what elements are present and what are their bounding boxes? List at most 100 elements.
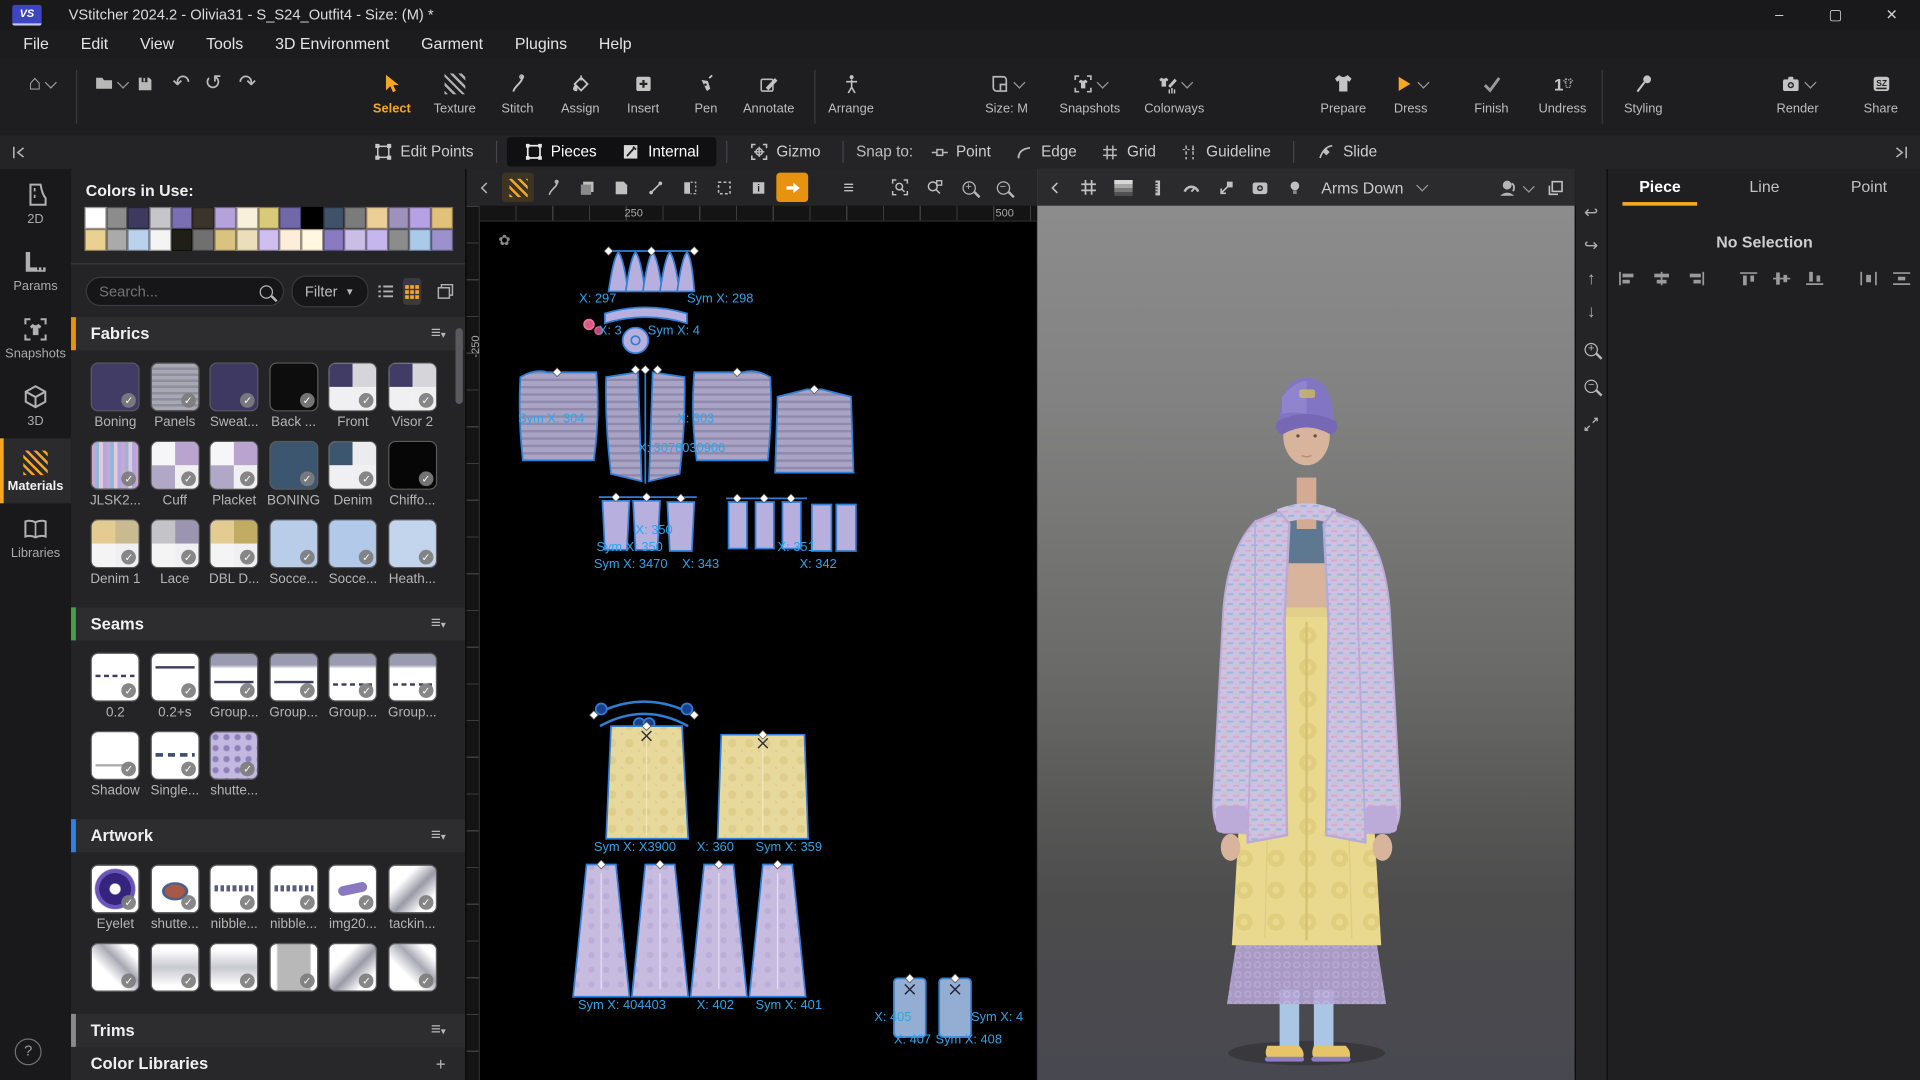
move-down-icon[interactable]: ↓: [1587, 302, 1596, 319]
pieces-toggle[interactable]: Pieces: [512, 138, 609, 165]
artwork-item[interactable]: ✓tackin...: [383, 864, 442, 931]
align-bottom-icon[interactable]: [1801, 268, 1828, 295]
zoom-out-3d-icon[interactable]: −: [1584, 380, 1597, 393]
color-swatch[interactable]: [236, 207, 258, 229]
dress-button[interactable]: Dress: [1376, 65, 1445, 116]
color-swatch[interactable]: [171, 207, 193, 229]
color-swatch[interactable]: [214, 229, 236, 251]
align-top-icon[interactable]: [1734, 268, 1761, 295]
section-header-color-libraries[interactable]: Color Libraries +: [71, 1047, 465, 1080]
filter-dropdown[interactable]: Filter▼: [291, 276, 368, 308]
list-view-button[interactable]: [375, 278, 395, 305]
menu-3d-environment[interactable]: 3D Environment: [259, 29, 405, 57]
color-swatch[interactable]: [409, 229, 431, 251]
color-swatch[interactable]: [301, 207, 323, 229]
avatar-3d[interactable]: [1037, 206, 1576, 1080]
collapse-3d-icon[interactable]: [1038, 173, 1070, 202]
undo-button[interactable]: ↶: [164, 65, 198, 102]
section-menu-icon[interactable]: ≡▾: [431, 1022, 446, 1038]
styling-button[interactable]: Styling: [1611, 65, 1675, 116]
color-swatch[interactable]: [128, 207, 150, 229]
color-swatch[interactable]: [106, 229, 128, 251]
fabrics-item[interactable]: ✓Denim: [323, 441, 382, 508]
fabrics-item[interactable]: ✓Panels: [145, 362, 204, 429]
artwork-item[interactable]: ✓: [145, 943, 204, 996]
color-swatch[interactable]: [431, 207, 453, 229]
move-up-icon[interactable]: ↑: [1587, 269, 1596, 286]
color-swatch[interactable]: [84, 207, 106, 229]
2d-menu-icon[interactable]: ≡: [833, 173, 865, 202]
section-header-seams[interactable]: Seams≡▾: [71, 607, 465, 640]
artwork-item[interactable]: ✓: [383, 943, 442, 996]
stitch-2d-icon[interactable]: [536, 173, 568, 202]
light-icon[interactable]: [1278, 173, 1310, 202]
insert-tool-button[interactable]: Insert: [611, 65, 675, 116]
finish-button[interactable]: Finish: [1460, 65, 1524, 116]
page-icon[interactable]: [605, 173, 637, 202]
align-left-icon[interactable]: [1614, 268, 1641, 295]
history-button[interactable]: ↺: [196, 65, 230, 102]
panel-scrollbar[interactable]: [456, 328, 463, 404]
artwork-item[interactable]: ✓shutte...: [145, 864, 204, 931]
menu-help[interactable]: Help: [583, 29, 648, 57]
color-swatch[interactable]: [301, 229, 323, 251]
color-swatch[interactable]: [128, 229, 150, 251]
fit-view-icon[interactable]: [1583, 416, 1599, 432]
3d-view[interactable]: Arms Down: [1036, 169, 1576, 1080]
snapshots-button[interactable]: Snapshots: [1051, 65, 1129, 116]
fabrics-item[interactable]: ✓Sweat...: [204, 362, 263, 429]
texture-mode-icon[interactable]: [502, 173, 534, 202]
zoom-in-icon[interactable]: +: [953, 173, 985, 202]
artwork-item[interactable]: ✓: [323, 943, 382, 996]
collapse-2d-icon[interactable]: [468, 173, 500, 202]
flow-direction-icon[interactable]: [776, 173, 808, 202]
sidebar-item-libraries[interactable]: Libraries: [0, 503, 71, 570]
align-center-h-icon[interactable]: [1648, 268, 1675, 295]
seams-item[interactable]: ✓Group...: [323, 653, 382, 720]
section-header-fabrics[interactable]: Fabrics≡▾: [71, 317, 465, 350]
menu-tools[interactable]: Tools: [190, 29, 259, 57]
color-swatch[interactable]: [409, 207, 431, 229]
search-input[interactable]: [97, 282, 249, 302]
maximize-button[interactable]: ▢: [1807, 0, 1863, 29]
menu-plugins[interactable]: Plugins: [499, 29, 583, 57]
colorways-button[interactable]: Colorways: [1134, 65, 1215, 116]
color-swatch[interactable]: [388, 207, 410, 229]
background-icon[interactable]: [1107, 173, 1139, 202]
help-button[interactable]: ?: [15, 1038, 42, 1065]
seams-item[interactable]: ✓Group...: [204, 653, 263, 720]
search-box[interactable]: [86, 277, 284, 306]
zoom-area-icon[interactable]: [884, 173, 916, 202]
color-swatch[interactable]: [279, 207, 301, 229]
gauge-icon[interactable]: [1176, 173, 1208, 202]
color-swatch[interactable]: [366, 229, 388, 251]
slide-toggle[interactable]: Slide: [1304, 138, 1389, 165]
fabrics-item[interactable]: ✓BONING: [264, 441, 323, 508]
section-menu-icon[interactable]: ≡▾: [431, 828, 446, 844]
align-right-icon[interactable]: [1681, 268, 1708, 295]
seams-item[interactable]: ✓shutte...: [204, 731, 263, 798]
fabrics-item[interactable]: ✓Denim 1: [86, 519, 145, 586]
texture-tool-button[interactable]: Texture: [423, 65, 487, 116]
marquee-select-icon[interactable]: [708, 173, 740, 202]
collapse-right-icon[interactable]: [1892, 143, 1910, 161]
windows-layout-icon[interactable]: [1539, 173, 1571, 202]
snap-guideline-toggle[interactable]: Guideline: [1168, 138, 1283, 165]
tab-point[interactable]: Point: [1817, 169, 1920, 206]
seams-item[interactable]: ✓Shadow: [86, 731, 145, 798]
sidebar-item-params[interactable]: Params: [0, 236, 71, 303]
tab-line[interactable]: Line: [1712, 169, 1816, 206]
seams-item[interactable]: ✓Group...: [264, 653, 323, 720]
assign-tool-button[interactable]: Assign: [548, 65, 612, 116]
menu-edit[interactable]: Edit: [65, 29, 124, 57]
rotate-right-icon[interactable]: ↪: [1584, 236, 1598, 253]
render-button[interactable]: Render: [1761, 65, 1834, 116]
color-swatch[interactable]: [236, 229, 258, 251]
fabrics-item[interactable]: ✓Cuff: [145, 441, 204, 508]
collapse-left-icon[interactable]: [10, 143, 28, 161]
size-selector[interactable]: Size: M: [967, 65, 1045, 116]
color-swatch[interactable]: [106, 207, 128, 229]
snap-edge-toggle[interactable]: Edge: [1003, 138, 1089, 165]
select-tool-button[interactable]: Select: [360, 65, 424, 116]
seams-item[interactable]: ✓Single...: [145, 731, 204, 798]
